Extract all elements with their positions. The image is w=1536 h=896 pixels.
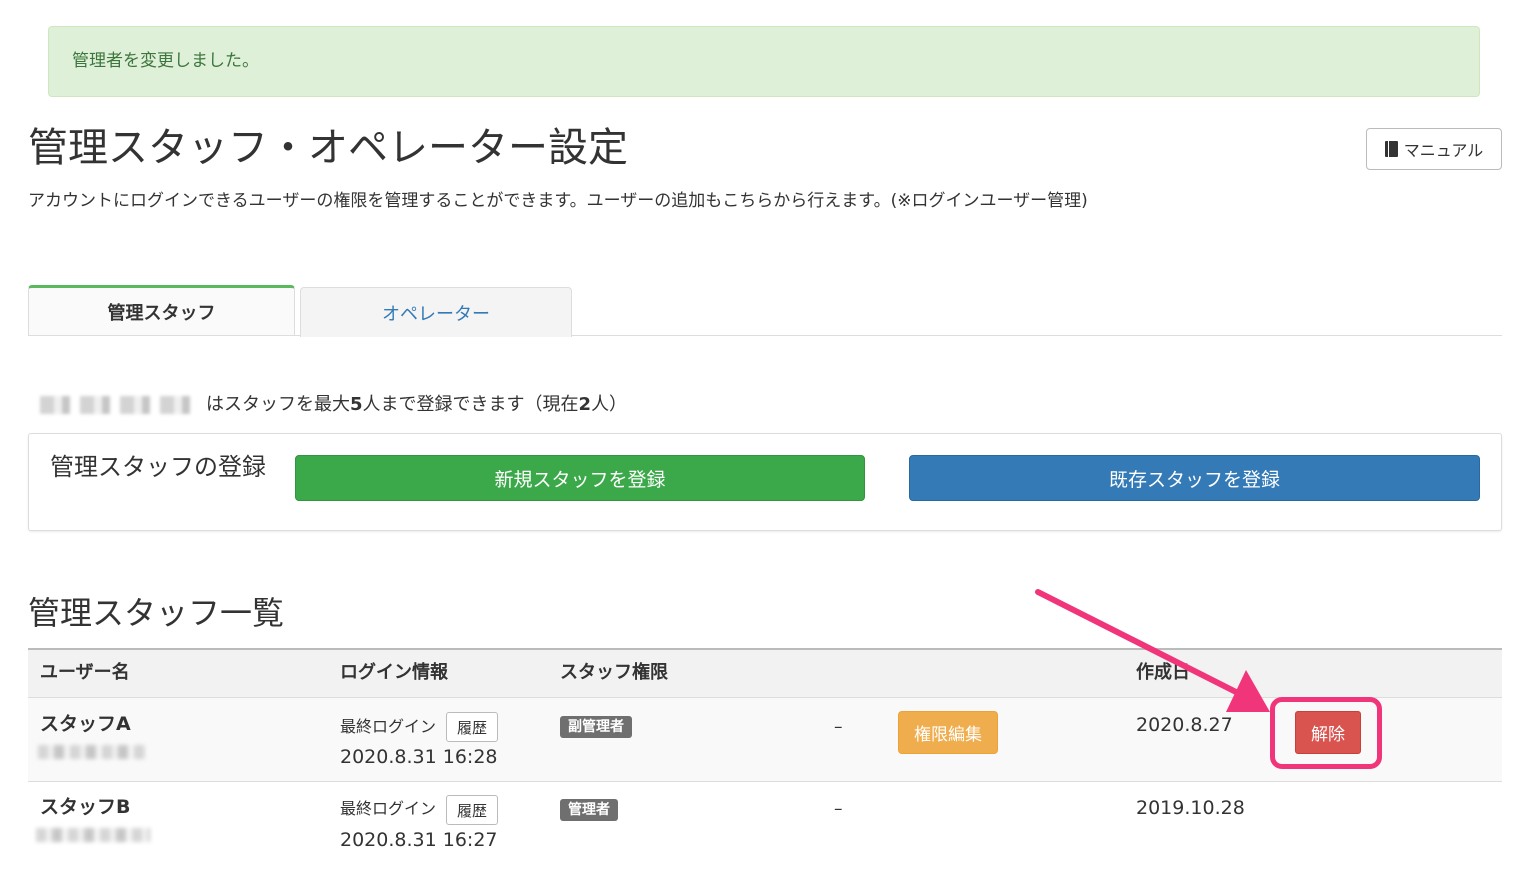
column-header-username: ユーザー名 (40, 662, 130, 683)
tab-divider (28, 335, 1502, 336)
history-button[interactable]: 履歴 (446, 795, 498, 825)
last-login-time: 2020.8.31 16:27 (340, 829, 498, 851)
manual-button[interactable]: マニュアル (1366, 128, 1502, 170)
staff-list-title: 管理スタッフ一覧 (28, 594, 285, 632)
annotation-highlight-box (1270, 697, 1382, 769)
alert-message: 管理者を変更しました。 (72, 51, 259, 71)
history-button[interactable]: 履歴 (446, 712, 498, 742)
register-existing-staff-button[interactable]: 既存スタッフを登録 (909, 455, 1480, 501)
page-description: アカウントにログインできるユーザーの権限を管理することができます。ユーザーの追加… (28, 191, 1088, 211)
redacted-account-name (40, 396, 198, 414)
column-header-created: 作成日 (1136, 662, 1190, 683)
tab-admin-staff[interactable]: 管理スタッフ (28, 285, 295, 335)
tab-operator[interactable]: オペレーター (300, 287, 572, 337)
page-title: 管理スタッフ・オペレーター設定 (28, 125, 628, 171)
register-label: 管理スタッフの登録 (50, 453, 266, 481)
column-header-login: ログイン情報 (340, 662, 448, 683)
redacted-user-id (38, 745, 146, 759)
register-new-staff-button[interactable]: 新規スタッフを登録 (295, 455, 865, 501)
username: スタッフA (40, 713, 131, 735)
empty-value: – (834, 717, 843, 737)
book-icon (1384, 141, 1398, 157)
role-badge: 管理者 (560, 799, 618, 821)
empty-value: – (834, 799, 843, 819)
redacted-user-id (36, 828, 150, 842)
table-row (28, 782, 1502, 864)
limit-suffix: 人） (591, 394, 628, 415)
column-header-role: スタッフ権限 (560, 662, 668, 683)
username: スタッフB (40, 796, 131, 818)
limit-current: 2 (578, 394, 592, 415)
edit-permission-button[interactable]: 権限編集 (898, 711, 998, 754)
tab-label: 管理スタッフ (107, 302, 216, 324)
created-date: 2019.10.28 (1136, 797, 1245, 819)
last-login-label: 最終ログイン (340, 799, 437, 818)
limit-prefix: はスタッフを最大 (206, 394, 350, 415)
role-badge: 副管理者 (560, 716, 632, 738)
last-login-label: 最終ログイン (340, 717, 437, 736)
last-login-time: 2020.8.31 16:28 (340, 746, 498, 768)
tab-label: オペレーター (382, 303, 490, 325)
table-header (28, 648, 1502, 698)
created-date: 2020.8.27 (1136, 714, 1233, 736)
staff-limit-text: はスタッフを最大 5 人まで登録できます（現在 2 人） (40, 392, 627, 418)
success-alert: 管理者を変更しました。 (48, 26, 1480, 97)
limit-max: 5 (350, 394, 363, 415)
limit-middle: 人まで登録できます（現在 (362, 394, 579, 415)
manual-button-label: マニュアル (1403, 141, 1484, 160)
